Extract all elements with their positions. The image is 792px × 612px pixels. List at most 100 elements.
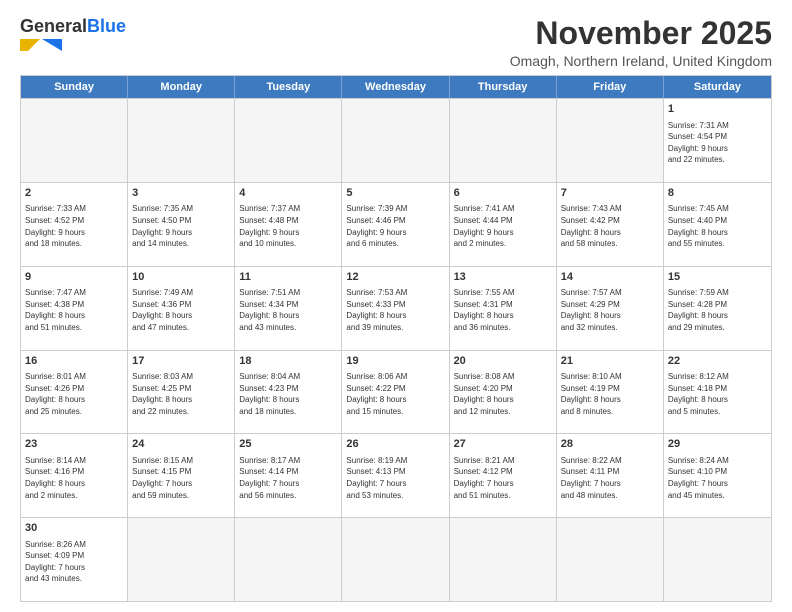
calendar-cell-10: 10 Sunrise: 7:49 AM Sunset: 4:36 PM Dayli… [128, 267, 235, 350]
day-number: 21 [561, 354, 659, 369]
calendar-cell-empty [450, 518, 557, 601]
day-info: Sunrise: 8:01 AM Sunset: 4:26 PM Dayligh… [25, 371, 123, 417]
calendar-cell-20: 20 Sunrise: 8:08 AM Sunset: 4:20 PM Dayli… [450, 351, 557, 434]
day-number: 20 [454, 354, 552, 369]
calendar-cell-6: 6Sunrise: 7:41 AM Sunset: 4:44 PM Daylig… [450, 183, 557, 266]
day-info: Sunrise: 8:06 AM Sunset: 4:22 PM Dayligh… [346, 371, 444, 417]
day-number: 15 [668, 270, 767, 285]
day-info: Sunrise: 7:45 AM Sunset: 4:40 PM Dayligh… [668, 203, 767, 249]
header-day-wednesday: Wednesday [342, 76, 449, 98]
calendar-cell-17: 17 Sunrise: 8:03 AM Sunset: 4:25 PM Dayli… [128, 351, 235, 434]
calendar-cell-empty [342, 99, 449, 182]
day-number: 26 [346, 437, 444, 452]
location-subtitle: Omagh, Northern Ireland, United Kingdom [510, 53, 772, 69]
day-number: 17 [132, 354, 230, 369]
header: General Blue November 2025 Omagh, Northe… [20, 16, 772, 69]
calendar-cell-19: 19Sunrise: 8:06 AM Sunset: 4:22 PM Dayli… [342, 351, 449, 434]
calendar-cell-empty [235, 99, 342, 182]
calendar-cell-4: 4Sunrise: 7:37 AM Sunset: 4:48 PM Daylig… [235, 183, 342, 266]
calendar-cell-26: 26 Sunrise: 8:19 AM Sunset: 4:13 PM Dayli… [342, 434, 449, 517]
day-number: 23 [25, 437, 123, 452]
day-number: 9 [25, 270, 123, 285]
day-info: Sunrise: 7:55 AM Sunset: 4:31 PM Dayligh… [454, 287, 552, 333]
calendar-week-1: 2Sunrise: 7:33 AM Sunset: 4:52 PM Daylig… [21, 182, 771, 266]
calendar-cell-empty [557, 99, 664, 182]
day-info: Sunrise: 7:35 AM Sunset: 4:50 PM Dayligh… [132, 203, 230, 249]
calendar-cell-21: 21 Sunrise: 8:10 AM Sunset: 4:19 PM Dayli… [557, 351, 664, 434]
day-info: Sunrise: 8:19 AM Sunset: 4:13 PM Dayligh… [346, 455, 444, 501]
calendar-week-5: 30Sunrise: 8:26 AM Sunset: 4:09 PM Dayli… [21, 517, 771, 601]
calendar-cell-7: 7Sunrise: 7:43 AM Sunset: 4:42 PM Daylig… [557, 183, 664, 266]
day-info: Sunrise: 8:22 AM Sunset: 4:11 PM Dayligh… [561, 455, 659, 501]
calendar-cell-28: 28 Sunrise: 8:22 AM Sunset: 4:11 PM Dayli… [557, 434, 664, 517]
day-number: 18 [239, 354, 337, 369]
calendar-week-3: 16 Sunrise: 8:01 AM Sunset: 4:26 PM Dayli… [21, 350, 771, 434]
day-info: Sunrise: 8:26 AM Sunset: 4:09 PM Dayligh… [25, 539, 123, 585]
day-info: Sunrise: 8:15 AM Sunset: 4:15 PM Dayligh… [132, 455, 230, 501]
logo-blue: Blue [87, 16, 126, 37]
calendar-cell-empty [21, 99, 128, 182]
day-number: 16 [25, 354, 123, 369]
header-day-friday: Friday [557, 76, 664, 98]
calendar-header: SundayMondayTuesdayWednesdayThursdayFrid… [21, 76, 771, 98]
day-number: 7 [561, 186, 659, 201]
day-number: 27 [454, 437, 552, 452]
day-info: Sunrise: 7:53 AM Sunset: 4:33 PM Dayligh… [346, 287, 444, 333]
calendar-cell-27: 27 Sunrise: 8:21 AM Sunset: 4:12 PM Dayli… [450, 434, 557, 517]
calendar-week-2: 9 Sunrise: 7:47 AM Sunset: 4:38 PM Daylig… [21, 266, 771, 350]
calendar-cell-empty [128, 99, 235, 182]
day-number: 22 [668, 354, 767, 369]
day-info: Sunrise: 7:37 AM Sunset: 4:48 PM Dayligh… [239, 203, 337, 249]
calendar-cell-16: 16 Sunrise: 8:01 AM Sunset: 4:26 PM Dayli… [21, 351, 128, 434]
day-info: Sunrise: 8:24 AM Sunset: 4:10 PM Dayligh… [668, 455, 767, 501]
day-number: 6 [454, 186, 552, 201]
calendar-cell-empty [450, 99, 557, 182]
day-info: Sunrise: 7:57 AM Sunset: 4:29 PM Dayligh… [561, 287, 659, 333]
header-day-sunday: Sunday [21, 76, 128, 98]
logo-block: General Blue [20, 16, 126, 51]
day-info: Sunrise: 7:59 AM Sunset: 4:28 PM Dayligh… [668, 287, 767, 333]
calendar-cell-empty [342, 518, 449, 601]
day-number: 11 [239, 270, 337, 285]
calendar-cell-29: 29 Sunrise: 8:24 AM Sunset: 4:10 PM Dayli… [664, 434, 771, 517]
day-number: 28 [561, 437, 659, 452]
calendar: SundayMondayTuesdayWednesdayThursdayFrid… [20, 75, 772, 602]
calendar-cell-empty [235, 518, 342, 601]
day-number: 12 [346, 270, 444, 285]
calendar-cell-15: 15 Sunrise: 7:59 AM Sunset: 4:28 PM Dayli… [664, 267, 771, 350]
day-number: 5 [346, 186, 444, 201]
calendar-cell-1: 1Sunrise: 7:31 AM Sunset: 4:54 PM Daylig… [664, 99, 771, 182]
header-day-tuesday: Tuesday [235, 76, 342, 98]
day-number: 13 [454, 270, 552, 285]
day-info: Sunrise: 8:17 AM Sunset: 4:14 PM Dayligh… [239, 455, 337, 501]
day-info: Sunrise: 8:08 AM Sunset: 4:20 PM Dayligh… [454, 371, 552, 417]
day-info: Sunrise: 8:14 AM Sunset: 4:16 PM Dayligh… [25, 455, 123, 501]
calendar-week-0: 1Sunrise: 7:31 AM Sunset: 4:54 PM Daylig… [21, 98, 771, 182]
calendar-cell-3: 3 Sunrise: 7:35 AM Sunset: 4:50 PM Daylig… [128, 183, 235, 266]
day-number: 2 [25, 186, 123, 201]
day-info: Sunrise: 7:39 AM Sunset: 4:46 PM Dayligh… [346, 203, 444, 249]
calendar-cell-25: 25 Sunrise: 8:17 AM Sunset: 4:14 PM Dayli… [235, 434, 342, 517]
day-number: 29 [668, 437, 767, 452]
logo-general: General [20, 16, 87, 37]
calendar-cell-23: 23 Sunrise: 8:14 AM Sunset: 4:16 PM Dayli… [21, 434, 128, 517]
day-info: Sunrise: 8:03 AM Sunset: 4:25 PM Dayligh… [132, 371, 230, 417]
calendar-cell-30: 30Sunrise: 8:26 AM Sunset: 4:09 PM Dayli… [21, 518, 128, 601]
day-info: Sunrise: 7:49 AM Sunset: 4:36 PM Dayligh… [132, 287, 230, 333]
day-number: 8 [668, 186, 767, 201]
day-number: 3 [132, 186, 230, 201]
calendar-body: 1Sunrise: 7:31 AM Sunset: 4:54 PM Daylig… [21, 98, 771, 601]
calendar-cell-24: 24Sunrise: 8:15 AM Sunset: 4:15 PM Dayli… [128, 434, 235, 517]
day-info: Sunrise: 7:51 AM Sunset: 4:34 PM Dayligh… [239, 287, 337, 333]
day-info: Sunrise: 7:47 AM Sunset: 4:38 PM Dayligh… [25, 287, 123, 333]
title-block: November 2025 Omagh, Northern Ireland, U… [510, 16, 772, 69]
calendar-cell-22: 22 Sunrise: 8:12 AM Sunset: 4:18 PM Dayli… [664, 351, 771, 434]
day-number: 10 [132, 270, 230, 285]
day-info: Sunrise: 8:21 AM Sunset: 4:12 PM Dayligh… [454, 455, 552, 501]
day-info: Sunrise: 8:12 AM Sunset: 4:18 PM Dayligh… [668, 371, 767, 417]
day-number: 25 [239, 437, 337, 452]
calendar-cell-18: 18Sunrise: 8:04 AM Sunset: 4:23 PM Dayli… [235, 351, 342, 434]
month-title: November 2025 [510, 16, 772, 51]
day-info: Sunrise: 8:10 AM Sunset: 4:19 PM Dayligh… [561, 371, 659, 417]
calendar-week-4: 23 Sunrise: 8:14 AM Sunset: 4:16 PM Dayli… [21, 433, 771, 517]
